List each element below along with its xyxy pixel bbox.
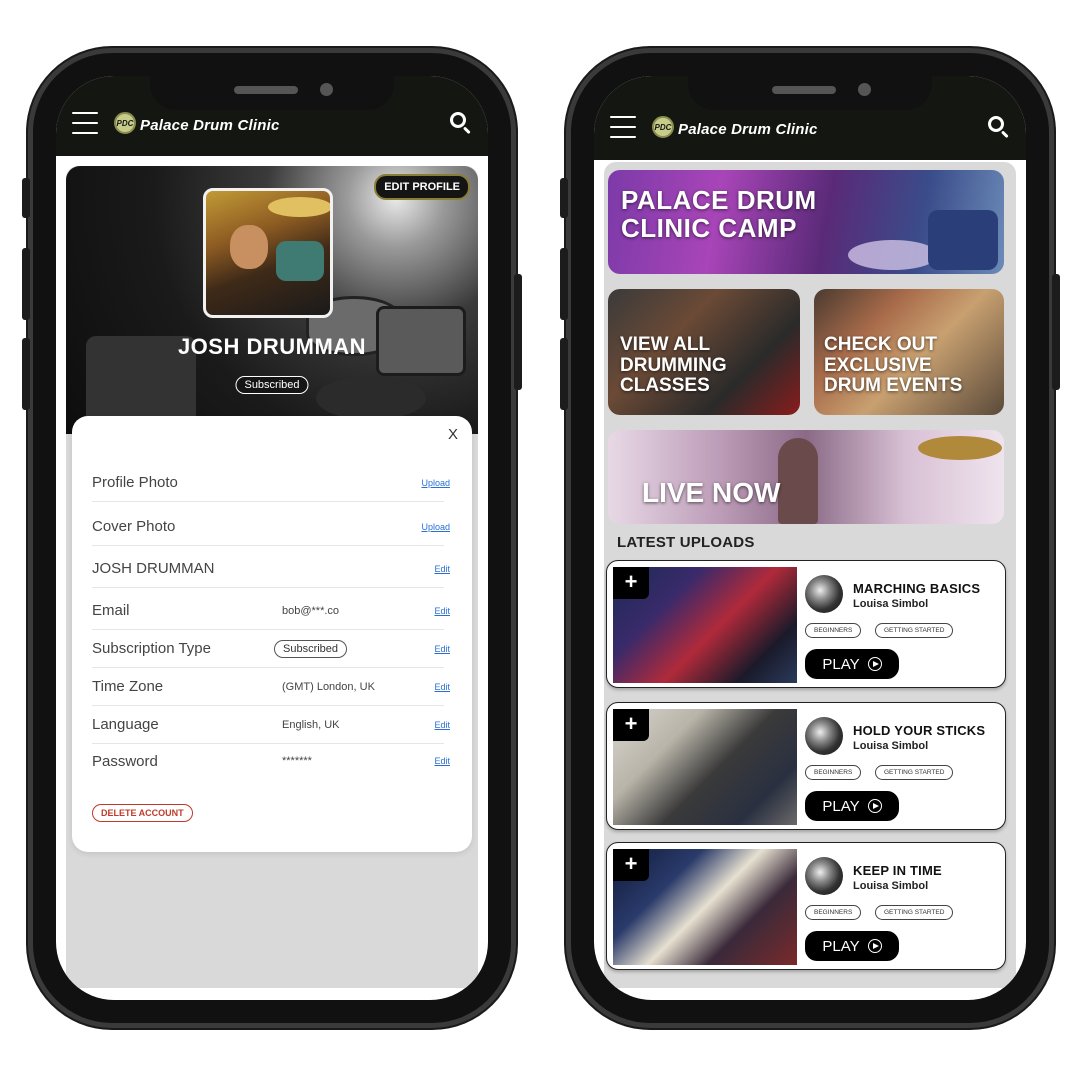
settings-row-name: JOSH DRUMMAN Edit [92, 550, 450, 588]
video-author: Louisa Simbol [853, 880, 929, 892]
tag-beginners[interactable]: BEGINNERS [805, 623, 862, 638]
play-label: PLAY [822, 937, 860, 955]
edit-profile-button[interactable]: EDIT PROFILE [374, 174, 470, 200]
home-feed-screen: PDC Palace Drum Clinic PALACE DRUM CLINI… [594, 76, 1026, 1000]
password-value: ******* [282, 755, 312, 767]
cover-photo: EDIT PROFILE JOSH DRUMMAN Subscribed [66, 166, 478, 434]
video-title: MARCHING BASICS [853, 581, 981, 596]
tag-beginners[interactable]: BEGINNERS [805, 905, 862, 920]
tag-getting-started[interactable]: GETTING STARTED [875, 905, 954, 920]
plus-icon[interactable]: + [613, 849, 649, 881]
tag-beginners[interactable]: BEGINNERS [805, 765, 862, 780]
video-card[interactable]: + HOLD YOUR STICKS Louisa Simbol BEGINNE… [606, 702, 1006, 830]
row-label: Language [92, 716, 159, 733]
play-circle-icon [867, 799, 882, 813]
tag-getting-started[interactable]: GETTING STARTED [875, 623, 954, 638]
play-circle-icon [867, 939, 882, 953]
play-label: PLAY [822, 797, 860, 815]
edit-password-link[interactable]: Edit [434, 756, 450, 766]
brand-logo-icon: PDC [114, 112, 136, 134]
upload-cover-photo-link[interactable]: Upload [421, 522, 450, 532]
edit-time-zone-link[interactable]: Edit [434, 682, 450, 692]
profile-name: JOSH DRUMMAN [177, 334, 367, 359]
subscription-badge: Subscribed [235, 376, 309, 394]
events-banner-title: CHECK OUT EXCLUSIVE DRUM EVENTS [824, 334, 963, 397]
email-value: bob@***.co [282, 604, 340, 617]
phone-side-button [560, 248, 568, 320]
hamburger-menu-icon[interactable] [610, 116, 636, 138]
play-button[interactable]: PLAY [805, 791, 899, 821]
row-label: Subscription Type [92, 640, 211, 657]
edit-email-link[interactable]: Edit [434, 606, 450, 616]
settings-row-language: Language English, UK Edit [92, 706, 450, 744]
phone-side-button [1052, 274, 1060, 390]
row-label: Password [92, 752, 158, 770]
classes-banner-title: VIEW ALL DRUMMING CLASSES [620, 334, 727, 397]
author-avatar [805, 857, 843, 895]
camp-banner-title: PALACE DRUM CLINIC CAMP [621, 185, 817, 244]
video-author: Louisa Simbol [853, 598, 929, 610]
live-now-banner[interactable]: LIVE NOW [608, 430, 1004, 524]
phone-side-button [22, 338, 30, 410]
profile-photo [203, 188, 333, 318]
video-title: KEEP IN TIME [853, 863, 942, 878]
brand-name[interactable]: Palace Drum Clinic [678, 121, 818, 138]
plus-icon[interactable]: + [613, 567, 649, 599]
notch [688, 76, 932, 110]
phone-side-button [22, 178, 30, 218]
time-zone-value: (GMT) London, UK [282, 680, 375, 693]
language-value: English, UK [282, 718, 340, 731]
search-icon[interactable] [988, 116, 1010, 139]
row-label: Time Zone [92, 678, 164, 695]
play-button[interactable]: PLAY [805, 649, 899, 679]
author-avatar [805, 575, 843, 613]
left-phone: PDC Palace Drum Clinic EDIT PROFILE JOSH… [22, 48, 522, 1028]
latest-uploads-heading: LATEST UPLOADS [617, 534, 755, 551]
phone-side-button [560, 338, 568, 410]
settings-row-subscription: Subscription Type Subscribed Edit [92, 630, 450, 668]
classes-banner[interactable]: VIEW ALL DRUMMING CLASSES [608, 289, 800, 415]
video-card[interactable]: + KEEP IN TIME Louisa Simbol BEGINNERS G… [606, 842, 1006, 970]
settings-row-password: Password ******* Edit [92, 742, 450, 780]
row-label: Email [92, 602, 130, 619]
settings-row-cover-photo: Cover Photo Upload [92, 508, 450, 546]
play-button[interactable]: PLAY [805, 931, 899, 961]
settings-row-email: Email bob@***.co Edit [92, 592, 450, 630]
settings-row-time-zone: Time Zone (GMT) London, UK Edit [92, 668, 450, 706]
edit-name-link[interactable]: Edit [434, 564, 450, 574]
video-title: HOLD YOUR STICKS [853, 723, 986, 738]
live-now-title: LIVE NOW [642, 477, 781, 508]
notch [150, 76, 394, 110]
video-card[interactable]: + MARCHING BASICS Louisa Simbol BEGINNER… [606, 560, 1006, 688]
edit-language-link[interactable]: Edit [434, 720, 450, 730]
search-icon[interactable] [450, 112, 472, 135]
edit-subscription-link[interactable]: Edit [434, 644, 450, 654]
close-icon[interactable]: X [448, 426, 458, 443]
events-banner[interactable]: CHECK OUT EXCLUSIVE DRUM EVENTS [814, 289, 1004, 415]
upload-profile-photo-link[interactable]: Upload [421, 478, 450, 488]
delete-account-button[interactable]: DELETE ACCOUNT [92, 804, 193, 822]
author-avatar [805, 717, 843, 755]
camp-banner[interactable]: PALACE DRUM CLINIC CAMP [608, 170, 1004, 274]
row-label: Cover Photo [92, 518, 176, 535]
play-circle-icon [867, 657, 882, 671]
phone-side-button [560, 178, 568, 218]
right-phone: PDC Palace Drum Clinic PALACE DRUM CLINI… [560, 48, 1060, 1028]
brand-logo-icon: PDC [652, 116, 674, 138]
video-author: Louisa Simbol [853, 740, 929, 752]
phone-side-button [514, 274, 522, 390]
account-settings-card: X Profile Photo Upload Cover Photo Uploa… [72, 416, 472, 852]
brand-name[interactable]: Palace Drum Clinic [140, 117, 280, 134]
plus-icon[interactable]: + [613, 709, 649, 741]
profile-screen: PDC Palace Drum Clinic EDIT PROFILE JOSH… [56, 76, 488, 1000]
subscription-value: Subscribed [274, 639, 348, 658]
tag-getting-started[interactable]: GETTING STARTED [875, 765, 954, 780]
hamburger-menu-icon[interactable] [72, 112, 98, 134]
row-label: JOSH DRUMMAN [92, 560, 215, 577]
play-label: PLAY [822, 655, 860, 673]
row-label: Profile Photo [92, 474, 178, 491]
settings-row-profile-photo: Profile Photo Upload [92, 464, 450, 502]
phone-side-button [22, 248, 30, 320]
